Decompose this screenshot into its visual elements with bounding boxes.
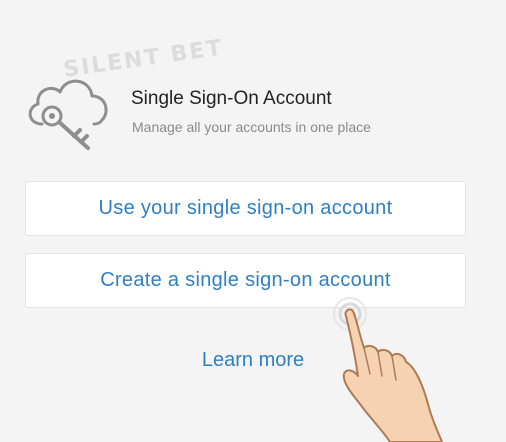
page-title: Single Sign-On Account <box>131 88 332 109</box>
use-sso-account-button[interactable]: Use your single sign-on account <box>25 181 466 236</box>
page-subtitle: Manage all your accounts in one place <box>132 119 371 135</box>
watermark: SILENT BET <box>62 35 225 83</box>
create-sso-account-label: Create a single sign-on account <box>100 269 391 291</box>
hand-pointer-icon <box>333 297 443 442</box>
use-sso-account-label: Use your single sign-on account <box>98 197 393 219</box>
account-header: SILENT BET Single Sign-On Account Manage… <box>22 36 492 158</box>
